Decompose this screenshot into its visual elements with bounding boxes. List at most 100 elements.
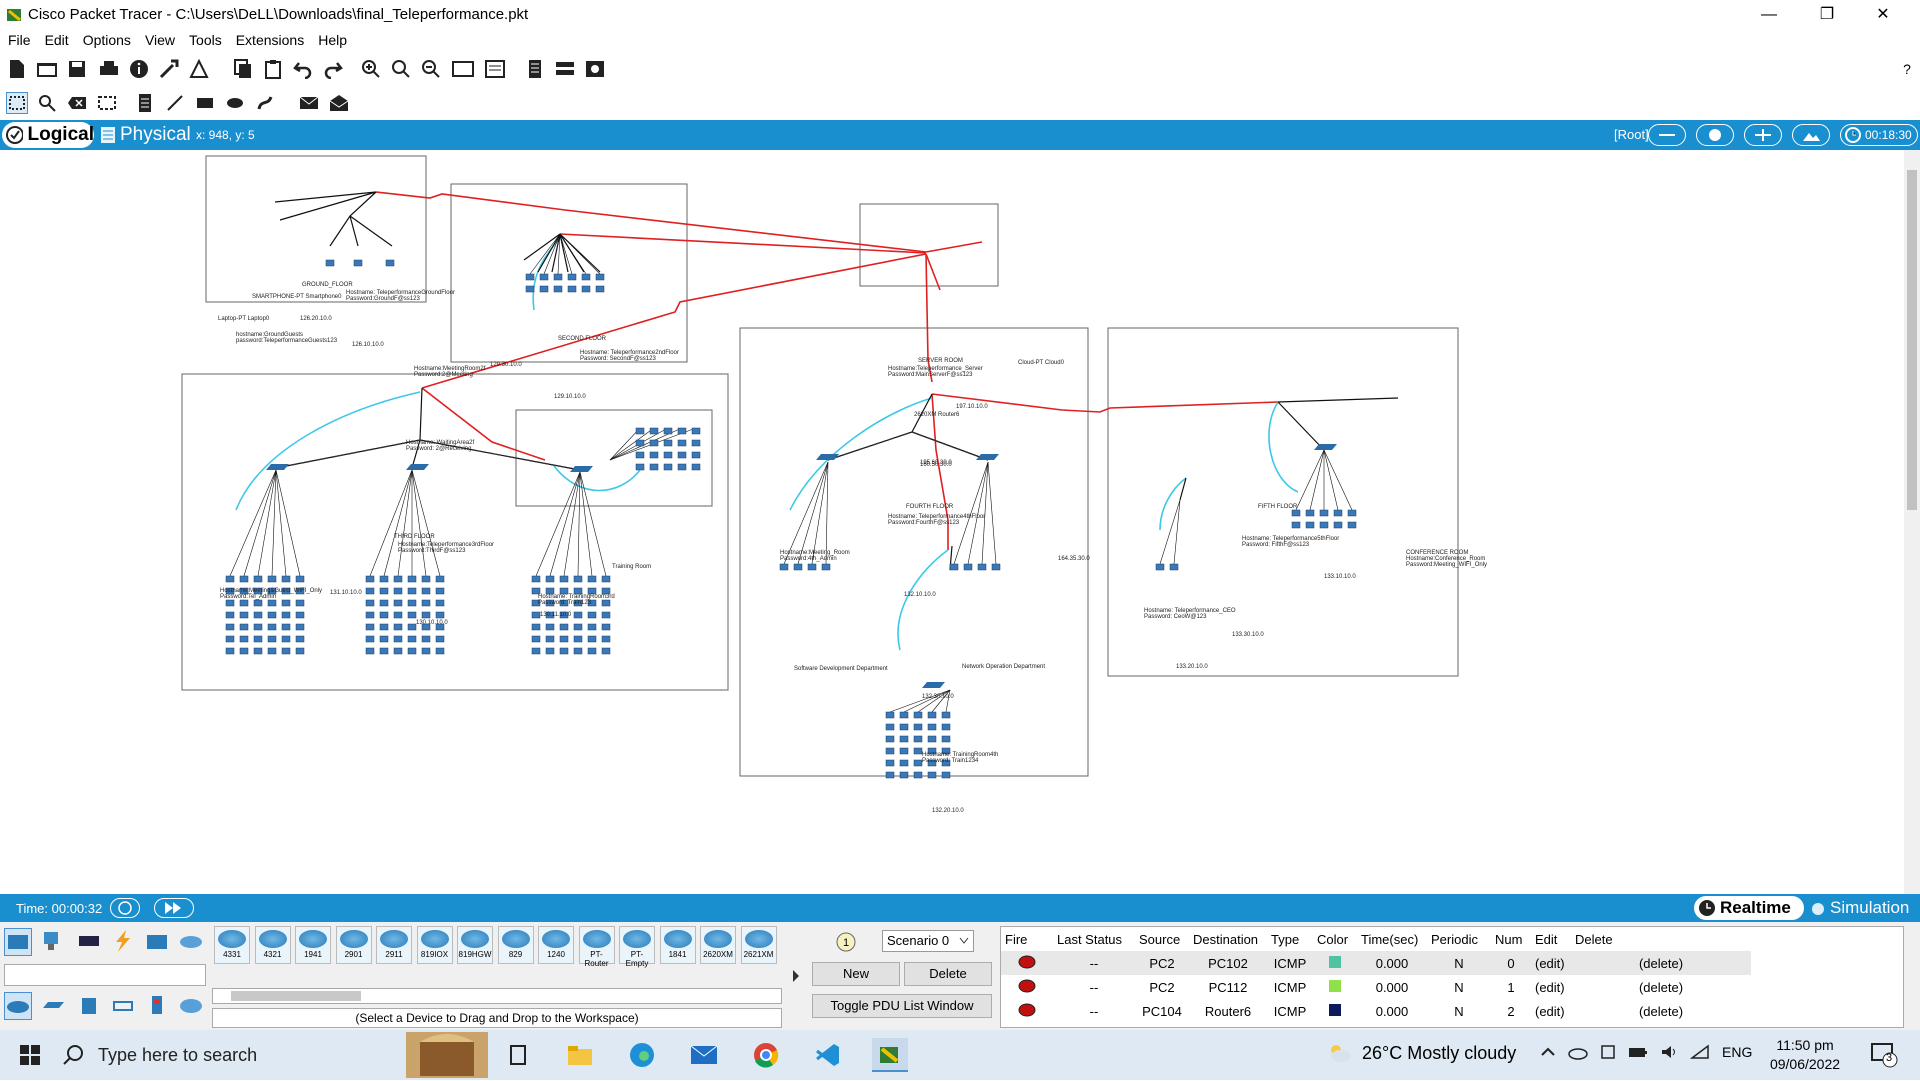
redo-icon[interactable]	[322, 58, 344, 80]
move-object-button[interactable]	[1744, 124, 1782, 146]
network-info-icon[interactable]	[188, 58, 210, 80]
start-button[interactable]	[12, 1038, 48, 1072]
device-model-pt-empty[interactable]: PT-Empty	[619, 926, 655, 968]
maximize-button[interactable]: ❐	[1804, 0, 1850, 30]
fire-button[interactable]	[1001, 975, 1053, 999]
note-icon[interactable]	[134, 92, 156, 114]
pdu-scrollbar[interactable]	[1904, 926, 1920, 1028]
device-model-pt-router[interactable]: PT-Router	[578, 926, 615, 968]
menu-tools[interactable]: Tools	[189, 30, 222, 50]
category-connections[interactable]	[110, 928, 138, 956]
delete-scenario-button[interactable]: Delete	[904, 962, 992, 986]
complex-pdu-icon[interactable]	[328, 92, 350, 114]
subcategory-wan-emu[interactable]	[178, 992, 206, 1020]
logical-workspace[interactable]: GROUND_FLOOR Hostname: TeleperformanceGr…	[0, 150, 1904, 894]
subcategory-switches[interactable]	[40, 992, 68, 1020]
onedrive-icon[interactable]	[1568, 1044, 1588, 1060]
pdu-delete-link[interactable]: (delete)	[1571, 951, 1751, 975]
clock[interactable]: 11:50 pm 09/06/2022	[1768, 1036, 1842, 1074]
subcategory-hubs[interactable]	[76, 992, 104, 1020]
packet-tracer-taskbar-button[interactable]	[872, 1038, 908, 1072]
pdu-delete-link[interactable]: (delete)	[1571, 975, 1751, 999]
menu-file[interactable]: File	[8, 30, 31, 50]
draw-line-icon[interactable]	[164, 92, 186, 114]
device-model-4321[interactable]: 4321	[254, 926, 291, 964]
chevron-up-icon[interactable]	[1540, 1044, 1556, 1060]
device-model-829[interactable]: 829	[497, 926, 534, 964]
volume-icon[interactable]	[1660, 1044, 1678, 1060]
wizard-icon[interactable]	[158, 58, 180, 80]
subcategory-routers[interactable]	[4, 992, 32, 1020]
language-indicator[interactable]: ENG	[1722, 1044, 1752, 1060]
device-model-2901[interactable]: 2901	[335, 926, 372, 964]
open-folder-icon[interactable]	[36, 58, 58, 80]
menu-help[interactable]: Help	[318, 30, 347, 50]
zoom-out-icon[interactable]	[420, 58, 442, 80]
print-icon[interactable]	[98, 58, 120, 80]
copy-icon[interactable]	[232, 58, 254, 80]
mail-button[interactable]	[686, 1038, 722, 1072]
pdu-edit-link[interactable]: (edit)	[1531, 975, 1571, 999]
panel-splitter[interactable]	[790, 926, 802, 1026]
device-model-1841[interactable]: 1841	[659, 926, 696, 964]
scenario-info-icon[interactable]: 1	[836, 932, 856, 955]
chrome-button[interactable]	[748, 1038, 784, 1072]
freeform-icon[interactable]	[254, 92, 276, 114]
file-explorer-button[interactable]	[562, 1038, 598, 1072]
new-file-icon[interactable]	[6, 58, 28, 80]
simple-pdu-icon[interactable]	[298, 92, 320, 114]
device-model-2911[interactable]: 2911	[376, 926, 412, 964]
viewport-clock[interactable]: 00:18:30	[1840, 124, 1918, 146]
pdu-delete-link[interactable]: (delete)	[1571, 999, 1751, 1023]
category-multiuser[interactable]	[178, 928, 206, 956]
root-breadcrumb[interactable]: [Root]	[1614, 127, 1649, 142]
category-misc[interactable]	[144, 928, 172, 956]
subcategory-security[interactable]	[144, 992, 172, 1020]
new-cluster-button[interactable]	[1696, 124, 1734, 146]
weather-widget[interactable]: 26°C Mostly cloudy	[1326, 1042, 1516, 1064]
paste-icon[interactable]	[262, 58, 284, 80]
device-model-1240[interactable]: 1240	[538, 926, 574, 964]
menu-options[interactable]: Options	[83, 30, 131, 50]
menu-view[interactable]: View	[145, 30, 175, 50]
toggle-pdu-list-button[interactable]: Toggle PDU List Window	[812, 994, 992, 1018]
device-template-icon[interactable]	[584, 58, 606, 80]
battery-icon[interactable]	[1628, 1044, 1648, 1060]
wifi-icon[interactable]	[1690, 1044, 1710, 1060]
new-scenario-button[interactable]: New	[812, 962, 900, 986]
device-model-819hgw[interactable]: 819HGW	[457, 926, 493, 964]
help-icon[interactable]: ?	[1896, 58, 1918, 80]
drawing-palette-icon[interactable]	[452, 58, 474, 80]
draw-rectangle-icon[interactable]	[194, 92, 216, 114]
delete-icon[interactable]	[66, 92, 88, 114]
subcategory-wireless[interactable]	[110, 992, 138, 1020]
minimize-button[interactable]: —	[1746, 0, 1792, 30]
fast-forward-button[interactable]	[154, 898, 194, 918]
scenario-select[interactable]: Scenario 0	[882, 930, 974, 952]
device-model-819iox[interactable]: 819IOX	[416, 926, 453, 964]
server-rack-icon[interactable]	[554, 58, 576, 80]
inspect-icon[interactable]	[36, 92, 58, 114]
category-end-devices[interactable]	[40, 928, 68, 956]
zoom-in-icon[interactable]	[360, 58, 382, 80]
device-icon[interactable]	[1600, 1044, 1616, 1060]
device-model-2620xm[interactable]: 2620XM	[700, 926, 736, 964]
fire-button[interactable]	[1001, 951, 1053, 975]
zoom-reset-icon[interactable]	[390, 58, 412, 80]
resize-shape-icon[interactable]	[96, 92, 118, 114]
pdu-edit-link[interactable]: (edit)	[1531, 951, 1571, 975]
draw-ellipse-icon[interactable]	[224, 92, 246, 114]
menu-extensions[interactable]: Extensions	[236, 30, 304, 50]
device-model-4331[interactable]: 4331	[214, 926, 250, 964]
device-model-2621xm[interactable]: 2621XM	[740, 926, 777, 964]
workspace-vertical-scrollbar[interactable]	[1904, 150, 1920, 894]
edge-button[interactable]	[624, 1038, 660, 1072]
notification-button[interactable]: 3	[1870, 1042, 1898, 1071]
close-button[interactable]: ✕	[1860, 0, 1906, 30]
back-button[interactable]	[1648, 124, 1686, 146]
pdu-edit-link[interactable]: (edit)	[1531, 999, 1571, 1023]
category-components[interactable]	[76, 928, 104, 956]
taskbar-search[interactable]: Type here to search	[62, 1030, 402, 1080]
device-list-scrollbar[interactable]	[212, 988, 782, 1004]
physical-tab[interactable]: Physical	[100, 124, 191, 146]
